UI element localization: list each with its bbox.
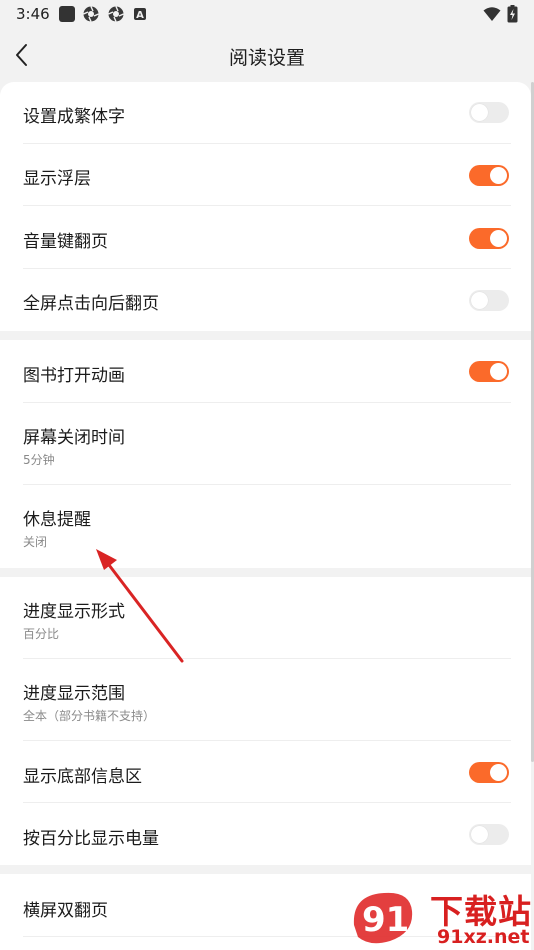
- a-badge-icon: A: [134, 8, 146, 21]
- notification-square-icon: [59, 6, 75, 22]
- toggle-knob: [471, 826, 488, 843]
- setting-row-traditional-chinese[interactable]: 设置成繁体字: [0, 82, 531, 144]
- setting-label: 横屏双翻页: [23, 901, 108, 921]
- setting-row-show-overlay[interactable]: 显示浮层: [0, 144, 531, 206]
- setting-row-battery-percent[interactable]: 按百分比显示电量: [0, 803, 531, 865]
- fullscreen-tap-next-toggle[interactable]: [469, 290, 509, 311]
- aperture-icon: [108, 6, 124, 22]
- setting-value: 全本（部分书籍不支持）: [23, 709, 156, 723]
- wifi-icon: [483, 7, 501, 21]
- book-open-animation-toggle[interactable]: [469, 361, 509, 382]
- setting-row-book-open-animation[interactable]: 图书打开动画: [0, 340, 531, 403]
- aperture-icon: [83, 6, 99, 22]
- setting-label: 进度显示范围: [23, 684, 125, 704]
- settings-group-display: 图书打开动画 屏幕关闭时间 5分钟 休息提醒 关闭: [0, 340, 531, 568]
- setting-value: 关闭: [23, 535, 48, 549]
- battery-charging-icon: [507, 5, 518, 23]
- setting-label: 音量键翻页: [23, 232, 108, 252]
- toggle-knob: [471, 292, 488, 309]
- watermark-domain: 91xz.net: [437, 926, 530, 948]
- page-title: 阅读设置: [228, 47, 305, 69]
- settings-group-progress: 进度显示形式 百分比 进度显示范围 全本（部分书籍不支持） 显示底部信息区 按百…: [0, 577, 531, 865]
- setting-label: 休息提醒: [23, 510, 91, 530]
- setting-label: 屏幕关闭时间: [23, 428, 125, 448]
- watermark-logo-text: 91: [362, 900, 409, 940]
- battery-percent-toggle[interactable]: [469, 824, 509, 845]
- setting-value: 百分比: [23, 627, 60, 641]
- settings-group-general: 设置成繁体字 显示浮层 音量键翻页 全屏点击向后翻页: [0, 82, 531, 331]
- volume-key-turn-toggle[interactable]: [469, 228, 509, 249]
- setting-label: 设置成繁体字: [23, 107, 125, 127]
- setting-row-bottom-info-area[interactable]: 显示底部信息区: [0, 741, 531, 803]
- setting-row-volume-key-turn[interactable]: 音量键翻页: [0, 206, 531, 269]
- setting-row-fullscreen-tap-next[interactable]: 全屏点击向后翻页: [0, 269, 531, 331]
- setting-value: 5分钟: [23, 453, 55, 467]
- toggle-knob: [490, 764, 507, 781]
- show-overlay-toggle[interactable]: [469, 165, 509, 186]
- setting-label: 按百分比显示电量: [23, 829, 159, 849]
- traditional-chinese-toggle[interactable]: [469, 102, 509, 123]
- setting-label: 显示浮层: [23, 169, 91, 189]
- status-time: 3:46: [16, 5, 50, 23]
- status-bar: 3:46 A: [0, 0, 534, 30]
- setting-row-screen-off-time[interactable]: 屏幕关闭时间 5分钟: [0, 403, 531, 485]
- setting-label: 显示底部信息区: [23, 767, 142, 787]
- setting-label: 进度显示形式: [23, 602, 125, 622]
- setting-label: 全屏点击向后翻页: [23, 294, 159, 314]
- bottom-info-area-toggle[interactable]: [469, 762, 509, 783]
- setting-row-progress-format[interactable]: 进度显示形式 百分比: [0, 577, 531, 659]
- toggle-knob: [490, 167, 507, 184]
- toggle-knob: [471, 104, 488, 121]
- setting-row-rest-reminder[interactable]: 休息提醒 关闭: [0, 485, 531, 568]
- setting-row-progress-range[interactable]: 进度显示范围 全本（部分书籍不支持）: [0, 659, 531, 741]
- toggle-knob: [490, 230, 507, 247]
- setting-label: 图书打开动画: [23, 366, 125, 386]
- toggle-knob: [490, 363, 507, 380]
- top-bar: 阅读设置: [0, 30, 534, 82]
- watermark-logo-icon: 91: [353, 892, 413, 944]
